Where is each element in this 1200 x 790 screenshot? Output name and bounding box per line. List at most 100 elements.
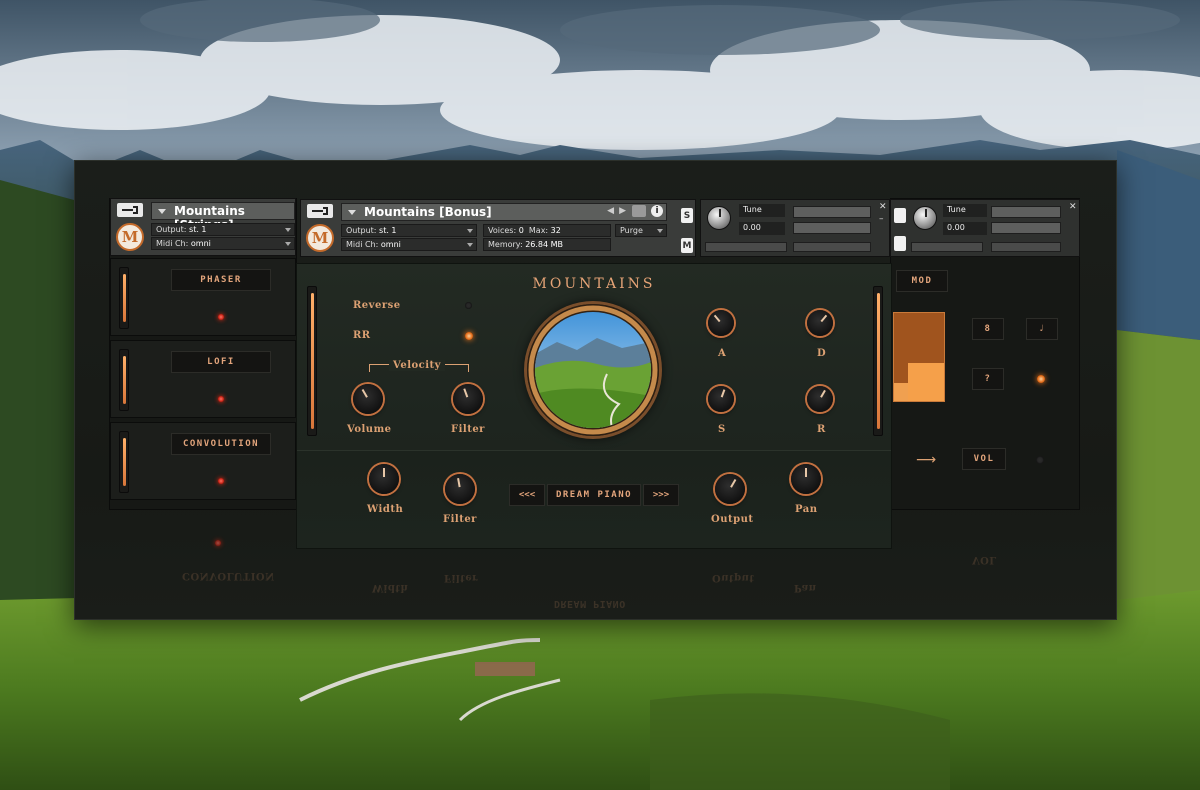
instrument-name[interactable]: Mountains [Strings] [151,202,295,232]
dropdown-icon [158,209,166,214]
reverse-label: Reverse [353,300,401,311]
reverse-toggle[interactable] [465,302,472,309]
pan-slider[interactable] [705,242,787,252]
mountains-logo: M [116,223,144,251]
output-label: Output [711,514,754,525]
volume-slider[interactable] [991,242,1061,252]
pan-slider[interactable] [911,242,983,252]
pan-knob[interactable] [791,464,821,494]
wrench-icon[interactable] [117,203,143,217]
mute-button[interactable] [894,236,906,251]
velocity-label: Velocity [389,360,445,371]
mod-button[interactable]: MOD [896,270,948,292]
reflection-filter: Filter [444,572,478,583]
phaser-led [218,314,224,320]
lofi-led [218,396,224,402]
width-knob[interactable] [369,464,399,494]
midi-channel-field[interactable]: Midi Ch: omni [341,238,477,251]
lofi-button[interactable]: LOFI [171,351,271,373]
close-icon[interactable]: ✕ [1069,202,1077,212]
level-meter-right [793,222,871,234]
portal-landscape-image [528,305,658,435]
effect-level-slider[interactable] [119,349,129,411]
wrench-icon[interactable] [307,204,333,218]
preset-name[interactable]: DREAM PIANO [547,484,641,506]
right-level-slider[interactable] [873,286,883,436]
vol-button[interactable]: VOL [962,448,1006,470]
volume-label: Volume [347,424,392,435]
release-knob[interactable] [807,386,833,412]
midi-channel-field[interactable]: Midi Ch: omni [151,237,295,250]
left-instrument-header: M Mountains [Strings] Output: st. 1 Midi… [110,198,296,256]
level-meter-left [991,206,1061,218]
camera-icon[interactable] [632,205,646,217]
arrow-right-icon: ⟶ [916,452,937,468]
convolution-led [218,478,224,484]
decay-knob[interactable] [807,310,833,336]
tune-label: Tune [739,204,785,217]
decay-label: D [817,348,827,359]
next-instrument-arrow[interactable]: ▶ [619,206,626,216]
effect-row-lofi: LOFI [110,340,296,418]
reflection-pan: Pan [794,582,817,593]
sustain-label: S [718,424,726,435]
left-level-slider[interactable] [307,286,317,436]
mod-button-question[interactable]: ? [972,368,1004,390]
output-field[interactable]: Output: st. 1 [151,223,295,236]
tune-value[interactable]: 0.00 [943,222,987,235]
effect-row-convolution: CONVOLUTION [110,422,296,500]
prev-instrument-arrow[interactable]: ◀ [607,206,614,216]
right-tune-section: Tune 0.00 ✕ [890,199,1080,257]
effect-row-phaser: PHASER [110,258,296,336]
preset-prev-button[interactable]: <<< [509,484,545,506]
reflection-led [215,540,221,546]
note-button[interactable]: ♩ [1026,318,1058,340]
output-field[interactable]: Output: st. 1 [341,224,477,237]
mod-xy-pad[interactable] [893,312,945,402]
mute-button[interactable]: M [681,238,693,253]
main-instrument-header: M Mountains [Bonus] ◀ ▶ i Output: st. 1 … [300,199,696,257]
velocity-filter-knob[interactable] [453,384,483,414]
instrument-title: MOUNTAINS [532,276,656,292]
volume-slider[interactable] [793,242,871,252]
filter-label: Filter [451,424,485,435]
purge-button[interactable]: Purge [615,224,667,237]
filter-knob[interactable] [445,474,475,504]
main-tune-section: Tune 0.00 ✕ – [700,199,890,257]
volume-knob[interactable] [353,384,383,414]
attack-knob[interactable] [708,310,734,336]
instrument-name[interactable]: Mountains [Bonus] ◀ ▶ i [341,203,667,221]
dropdown-icon [657,229,663,233]
sustain-knob[interactable] [708,386,734,412]
solo-button[interactable] [894,208,906,223]
effect-level-slider[interactable] [119,431,129,493]
preset-next-button[interactable]: >>> [643,484,679,506]
convolution-button[interactable]: CONVOLUTION [171,433,271,455]
info-icon[interactable]: i [651,205,663,217]
solo-button[interactable]: S [681,208,693,223]
landscape-portal [527,304,659,436]
rr-label: RR [353,330,371,341]
dropdown-icon [467,229,473,233]
dropdown-icon [285,242,291,246]
pan-label: Pan [795,504,818,515]
output-knob[interactable] [715,474,745,504]
phaser-button[interactable]: PHASER [171,269,271,291]
release-label: R [817,424,826,435]
close-icon[interactable]: ✕ [879,202,887,212]
tune-knob[interactable] [707,206,731,230]
tune-value[interactable]: 0.00 [739,222,785,235]
vol-led [1036,456,1044,464]
width-label: Width [367,504,404,515]
rr-toggle[interactable] [465,332,473,340]
effect-level-slider[interactable] [119,267,129,329]
tune-label: Tune [943,204,987,217]
minimize-icon[interactable]: – [879,214,884,224]
mountains-interface: MOUNTAINS Reverse RR Velocity Volume Fil… [296,263,892,549]
reflection-vol: VOL [972,554,997,565]
attack-label: A [718,348,727,359]
tune-knob[interactable] [913,206,937,230]
level-meter-right [991,222,1061,234]
mod-button-8[interactable]: 8 [972,318,1004,340]
level-meter-left [793,206,871,218]
